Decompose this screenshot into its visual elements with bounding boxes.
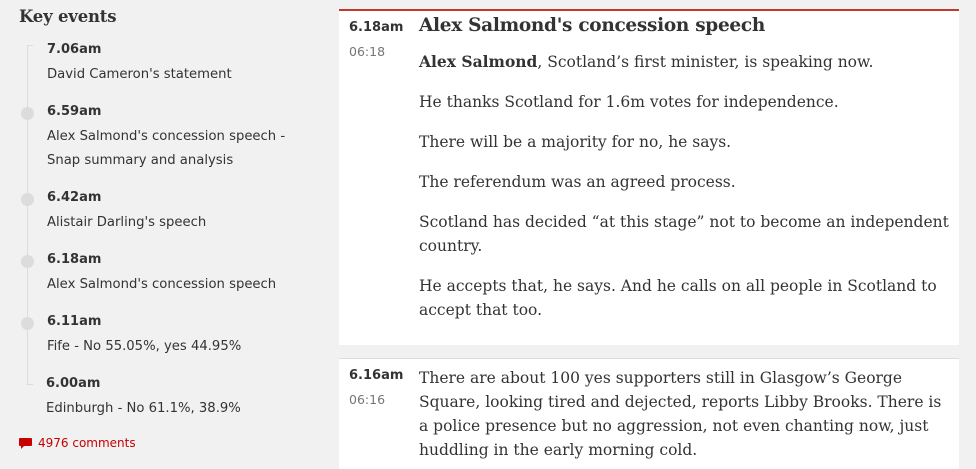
key-event-link[interactable]: Alex Salmond's concession speech - Snap …	[47, 125, 297, 173]
timeline-dot-icon	[21, 255, 34, 268]
post-body: There are about 100 yes supporters still…	[419, 366, 949, 462]
timeline-dot-icon	[21, 107, 34, 120]
post-paragraph: Scotland has decided “at this stage” not…	[419, 213, 949, 255]
comment-bubble-icon	[19, 437, 32, 449]
post-paragraph: He thanks Scotland for 1.6m votes for in…	[419, 93, 839, 111]
live-blog-feed: 6.18am 06:18 Alex Salmond's concession s…	[339, 0, 959, 469]
key-event-link[interactable]: Alistair Darling's speech	[47, 211, 297, 235]
key-event-time: 6.18am	[47, 252, 102, 267]
timeline-line	[27, 45, 28, 385]
key-event-link[interactable]: Edinburgh - No 61.1%, 38.9%	[46, 397, 296, 421]
post-paragraph: There will be a majority for no, he says…	[419, 133, 732, 151]
timeline-dot-icon	[21, 193, 34, 206]
key-event-link[interactable]: Fife - No 55.05%, yes 44.95%	[47, 335, 297, 359]
post-body: Alex Salmond, Scotland’s first minister,…	[419, 50, 949, 338]
timeline-dot-icon	[21, 317, 34, 330]
post-title: Alex Salmond's concession speech	[419, 15, 766, 36]
post-paragraph: The referendum was an agreed process.	[419, 173, 736, 191]
post-time[interactable]: 6.18am	[349, 20, 403, 35]
timeline-tick	[27, 384, 33, 385]
comments-count[interactable]: 4976 comments	[38, 436, 136, 450]
key-event-time: 6.59am	[47, 104, 102, 119]
post-time[interactable]: 6.16am	[349, 368, 403, 383]
post-paragraph: Alex Salmond, Scotland’s first minister,…	[419, 50, 949, 74]
live-blog-post: 6.16am 06:16 There are about 100 yes sup…	[339, 358, 959, 469]
comments-link[interactable]: 4976 comments	[19, 436, 136, 450]
timeline-tick	[27, 45, 33, 46]
key-events-sidebar: Key events 7.06am David Cameron's statem…	[0, 0, 320, 469]
key-event-time: 6.11am	[47, 314, 102, 329]
post-paragraph: He accepts that, he says. And he calls o…	[419, 277, 937, 319]
post-time-24h: 06:18	[349, 44, 386, 59]
post-lead-text: , Scotland’s first minister, is speaking…	[537, 53, 874, 71]
post-lead-name: Alex Salmond	[419, 52, 538, 71]
live-blog-post: 6.18am 06:18 Alex Salmond's concession s…	[339, 9, 959, 345]
key-event-time: 7.06am	[47, 42, 102, 57]
key-event-link[interactable]: David Cameron's statement	[47, 63, 297, 87]
key-event-time: 6.42am	[47, 190, 102, 205]
key-event-link[interactable]: Alex Salmond's concession speech	[47, 273, 297, 297]
key-event-time: 6.00am	[46, 376, 101, 391]
post-time-24h: 06:16	[349, 392, 386, 407]
post-paragraph: There are about 100 yes supporters still…	[419, 369, 942, 459]
key-events-heading: Key events	[19, 7, 117, 26]
